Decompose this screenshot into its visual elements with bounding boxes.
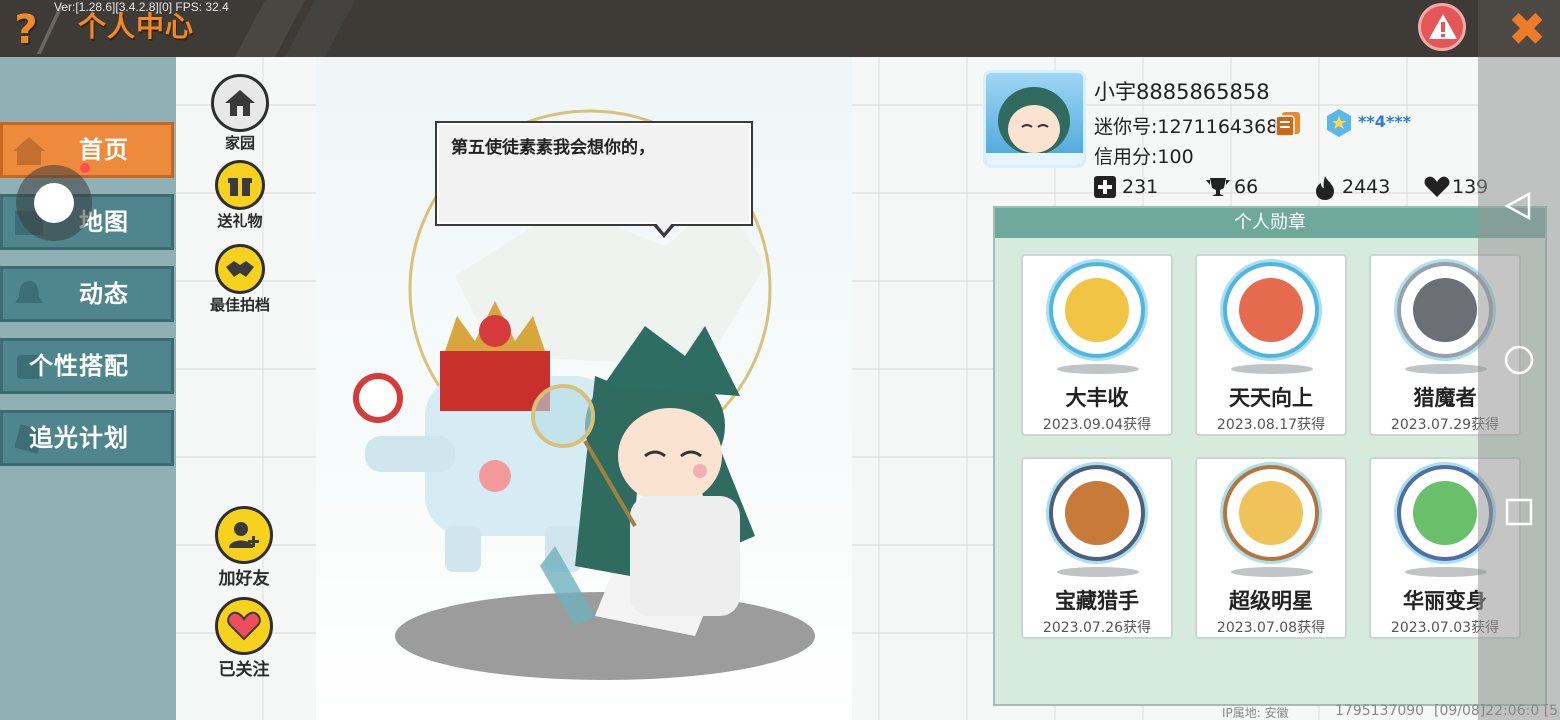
- back-icon[interactable]: [1503, 190, 1535, 222]
- medal-icon-progress: [1223, 262, 1319, 358]
- sidebar-item-label: 个性搭配: [29, 352, 129, 380]
- speech-text: 第五使徒素素我会想你的，: [451, 138, 655, 158]
- system-nav-bar: [1478, 57, 1560, 720]
- stat-value: 2443: [1342, 176, 1391, 198]
- page-title: 个人中心: [78, 10, 195, 43]
- avatar[interactable]: [983, 70, 1086, 168]
- fire-icon: [1316, 176, 1334, 200]
- medal-core: [1413, 278, 1477, 342]
- mini-id: 迷你号:1271164368: [1094, 116, 1279, 138]
- home-icon: [211, 74, 269, 132]
- vip-badge-icon: [1327, 109, 1351, 137]
- floating-ball-core: [34, 183, 74, 223]
- medal-date: 2023.09.04获得: [1042, 417, 1152, 433]
- report-button[interactable]: [1418, 3, 1466, 51]
- plus-icon: [1094, 176, 1116, 198]
- vip-level: **4***: [1358, 112, 1411, 131]
- medal-card[interactable]: 超级明星 2023.07.08获得: [1195, 457, 1347, 639]
- medal-icon-harvest: [1049, 262, 1145, 358]
- medal-name: 宝藏猎手: [1055, 589, 1139, 613]
- medal-core: [1413, 481, 1477, 545]
- gift-label: 送礼物: [217, 212, 263, 230]
- medal-card[interactable]: 大丰收 2023.09.04获得: [1021, 254, 1173, 436]
- trophy-icon: [1206, 178, 1230, 196]
- top-bar: [0, 0, 1560, 57]
- medal-date: 2023.07.26获得: [1042, 620, 1152, 636]
- stat-value: 231: [1122, 176, 1159, 198]
- gift-icon: [215, 160, 265, 210]
- best-partner-label: 最佳拍档: [209, 296, 270, 314]
- sidebar-item-outfit[interactable]: 个性搭配: [0, 338, 174, 394]
- ip-location: IP属地: 安徽: [1222, 706, 1289, 720]
- floating-assistive-ball[interactable]: [16, 165, 92, 241]
- medal-shadow: [1405, 567, 1487, 577]
- medal-core: [1239, 278, 1303, 342]
- medal-shadow: [1231, 364, 1313, 374]
- medal-date: 2023.08.17获得: [1216, 417, 1326, 433]
- heart-icon: [215, 597, 273, 655]
- followed-label: 已关注: [218, 660, 270, 680]
- medal-name: 天天向上: [1229, 386, 1313, 410]
- home-icon: [13, 137, 45, 165]
- heart-icon: [1424, 176, 1450, 197]
- handshake-icon: [215, 244, 265, 294]
- followed-button[interactable]: 已关注: [209, 597, 279, 679]
- add-friend-label: 加好友: [218, 569, 270, 589]
- home-label: 家园: [224, 134, 255, 152]
- best-partner-button[interactable]: 最佳拍档: [205, 244, 275, 314]
- medal-core: [1065, 481, 1129, 545]
- recents-icon[interactable]: [1503, 496, 1535, 528]
- speech-bubble-tail-fill: [655, 222, 673, 233]
- medal-core: [1239, 481, 1303, 545]
- medal-card[interactable]: 宝藏猎手 2023.07.26获得: [1021, 457, 1173, 639]
- credit-score: 信用分:100: [1094, 146, 1194, 168]
- username: 小宇8885865858: [1094, 80, 1270, 104]
- avatar-portrait: [986, 87, 1083, 165]
- add-friend-button[interactable]: 加好友: [209, 506, 279, 588]
- home-circle-icon[interactable]: [1503, 344, 1535, 376]
- warning-icon: [1429, 14, 1457, 39]
- medal-icon-treasure: [1049, 465, 1145, 561]
- medal-shadow: [1231, 567, 1313, 577]
- medal-date: 2023.07.08获得: [1216, 620, 1326, 636]
- sidebar-item-label: 动态: [79, 280, 129, 308]
- medal-icon-superstar: [1223, 465, 1319, 561]
- add-friend-icon: [215, 506, 273, 564]
- bell-icon: [15, 281, 43, 303]
- medal-card[interactable]: 天天向上 2023.08.17获得: [1195, 254, 1347, 436]
- medal-core: [1065, 278, 1129, 342]
- medal-name: 超级明星: [1229, 589, 1313, 613]
- uid-text: 1795137090: [1335, 703, 1425, 719]
- medal-name: 大丰收: [1065, 386, 1129, 410]
- timestamp-text: [09/08]22:06:0 [5: [1434, 703, 1559, 719]
- stat-value: 66: [1234, 176, 1259, 198]
- speech-bubble: 第五使徒素素我会想你的，: [435, 121, 753, 226]
- medal-shadow: [1405, 364, 1487, 374]
- sidebar-item-label: 追光计划: [29, 424, 129, 452]
- close-icon[interactable]: ✖: [1502, 4, 1552, 54]
- medal-panel-title: 个人勋章: [995, 208, 1545, 238]
- home-button[interactable]: 家园: [205, 74, 275, 152]
- notification-dot: [80, 163, 90, 173]
- sidebar-item-feed[interactable]: 动态: [0, 266, 174, 322]
- send-gift-button[interactable]: 送礼物: [205, 160, 275, 230]
- medal-shadow: [1057, 567, 1139, 577]
- copy-icon[interactable]: [1274, 110, 1302, 138]
- medal-shadow: [1057, 364, 1139, 374]
- sidebar-item-plan[interactable]: 追光计划: [0, 410, 174, 466]
- medal-panel: 个人勋章 大丰收 2023.09.04获得 天天向上 2023.08.17获得 …: [993, 206, 1547, 706]
